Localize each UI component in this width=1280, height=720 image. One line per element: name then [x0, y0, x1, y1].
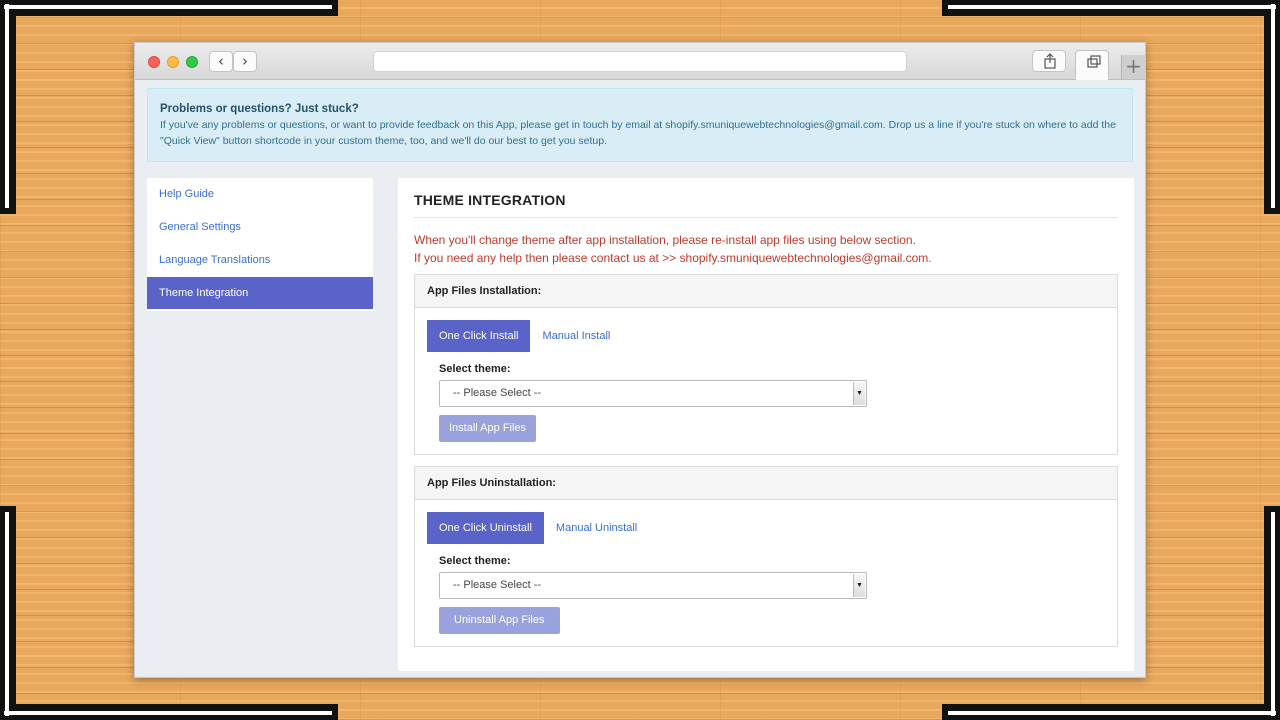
- tabs-icon: [1087, 55, 1101, 68]
- uninstall-panel-body: One Click Uninstall Manual Uninstall Sele…: [415, 500, 1117, 646]
- chevron-right-icon: ›: [242, 52, 248, 70]
- uninstall-tabs: One Click Uninstall Manual Uninstall: [427, 512, 1105, 545]
- uninstall-panel-heading: App Files Uninstallation:: [415, 467, 1117, 500]
- show-tabs-button[interactable]: [1075, 50, 1109, 83]
- install-app-files-button[interactable]: Install App Files: [439, 415, 537, 442]
- maximize-window-button[interactable]: [186, 56, 198, 68]
- install-panel-heading: App Files Installation:: [415, 275, 1117, 308]
- uninstall-app-files-button[interactable]: Uninstall App Files: [439, 607, 560, 634]
- sidebar-item-general-settings[interactable]: General Settings: [147, 211, 373, 244]
- page-title: THEME INTEGRATION: [414, 178, 1118, 218]
- uninstall-theme-select[interactable]: -- Please Select -- ▼: [439, 572, 867, 599]
- alert-title: Problems or questions? Just stuck?: [160, 103, 359, 115]
- share-button[interactable]: [1032, 50, 1066, 72]
- page-content: Problems or questions? Just stuck? If yo…: [135, 80, 1145, 677]
- uninstall-panel: App Files Uninstallation: One Click Unin…: [414, 466, 1118, 647]
- dropdown-arrow-icon: ▼: [853, 574, 865, 597]
- browser-window: ‹ › + Problems or questions? Just stuck?: [134, 42, 1146, 678]
- dropdown-arrow-icon: ▼: [853, 382, 865, 405]
- install-select-label: Select theme:: [439, 363, 511, 375]
- notice-line-2: If you need any help then please contact…: [414, 251, 932, 265]
- browser-titlebar: ‹ › +: [135, 43, 1145, 83]
- sidebar-item-help-guide[interactable]: Help Guide: [147, 178, 373, 211]
- forward-button[interactable]: ›: [233, 51, 257, 72]
- tab-manual-uninstall[interactable]: Manual Uninstall: [544, 512, 649, 544]
- plus-icon: +: [1125, 54, 1142, 78]
- main-panel: THEME INTEGRATION When you'll change the…: [398, 178, 1134, 671]
- help-alert: Problems or questions? Just stuck? If yo…: [147, 88, 1133, 162]
- new-tab-button[interactable]: +: [1121, 55, 1145, 79]
- back-button[interactable]: ‹: [209, 51, 233, 72]
- uninstall-select-label: Select theme:: [439, 555, 511, 567]
- install-tabs: One Click Install Manual Install: [427, 320, 1105, 353]
- minimize-window-button[interactable]: [167, 56, 179, 68]
- install-form: Select theme: -- Please Select -- ▼ Inst…: [427, 363, 1105, 442]
- install-select-value: -- Please Select --: [453, 387, 542, 399]
- uninstall-form: Select theme: -- Please Select -- ▼ Unin…: [427, 555, 1105, 634]
- sidebar-item-theme-integration[interactable]: Theme Integration: [147, 277, 373, 310]
- sidebar-nav: Help Guide General Settings Language Tra…: [147, 178, 373, 311]
- close-window-button[interactable]: [148, 56, 160, 68]
- share-icon: [1044, 53, 1056, 69]
- notice-line-1: When you'll change theme after app insta…: [414, 233, 916, 247]
- uninstall-select-value: -- Please Select --: [453, 579, 542, 591]
- tab-manual-install[interactable]: Manual Install: [530, 320, 622, 352]
- chevron-left-icon: ‹: [218, 52, 224, 70]
- alert-body: If you've any problems or questions, or …: [160, 119, 1116, 147]
- install-panel-body: One Click Install Manual Install Select t…: [415, 308, 1117, 454]
- install-panel: App Files Installation: One Click Instal…: [414, 274, 1118, 455]
- address-bar[interactable]: [373, 51, 907, 72]
- sidebar-item-language-translations[interactable]: Language Translations: [147, 244, 373, 277]
- install-theme-select[interactable]: -- Please Select -- ▼: [439, 380, 867, 407]
- reinstall-notice: When you'll change theme after app insta…: [414, 231, 1118, 267]
- tab-one-click-uninstall[interactable]: One Click Uninstall: [427, 512, 544, 544]
- tab-one-click-install[interactable]: One Click Install: [427, 320, 531, 352]
